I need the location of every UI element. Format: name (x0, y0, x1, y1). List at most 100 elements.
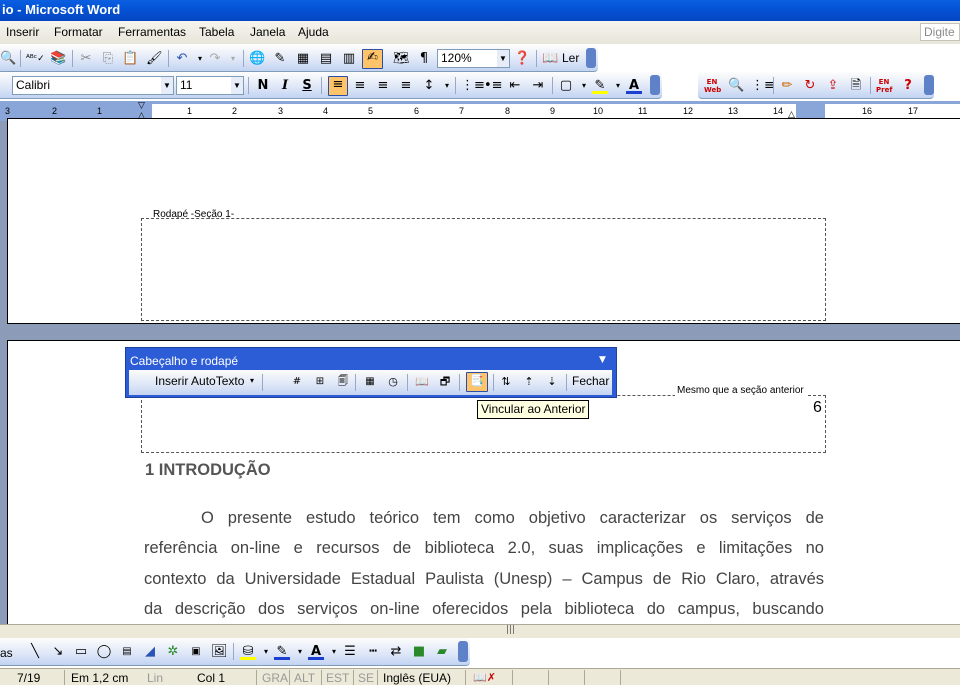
align-right-icon[interactable]: ≡ (375, 78, 391, 94)
border-icon[interactable]: ▢ (558, 78, 574, 94)
help-search-input[interactable]: Digite (920, 23, 960, 41)
wordart-icon[interactable]: ◢ (142, 644, 158, 660)
decrease-indent-icon[interactable]: ⇤ (507, 78, 523, 94)
chevron-down-icon[interactable]: ▾ (258, 644, 274, 660)
first-line-indent-marker[interactable]: ▽ (138, 101, 145, 111)
toolbar-options-icon[interactable] (458, 641, 468, 662)
arrow-icon[interactable]: ↘ (50, 644, 66, 660)
redo-icon[interactable]: ↷ (207, 51, 223, 67)
line-icon[interactable]: ╲ (27, 644, 43, 660)
show-previous-icon[interactable]: ⇡ (521, 374, 537, 390)
show-next-icon[interactable]: ⇣ (544, 374, 560, 390)
insert-autotext-button[interactable]: Inserir AutoTexto (155, 374, 244, 388)
edit-icon[interactable]: ✏ (779, 78, 795, 94)
undo-icon[interactable]: ↶ (174, 51, 190, 67)
insert-picture-icon[interactable]: 🖼 (211, 644, 228, 660)
numbering-icon[interactable]: ⋮≡ (461, 78, 485, 94)
page-1[interactable]: Rodapé -Seção 1- (7, 118, 960, 324)
rectangle-icon[interactable]: ▭ (73, 644, 89, 660)
line-color-icon[interactable]: ✎ (274, 644, 290, 660)
status-ext[interactable]: EST (326, 671, 349, 685)
undo-dropdown-icon[interactable]: ▾ (192, 51, 208, 67)
chevron-down-icon[interactable]: ▾ (439, 78, 455, 94)
en-web-icon[interactable]: EN Web (704, 78, 721, 94)
3d-icon[interactable]: ▰ (434, 644, 450, 660)
document-icon[interactable]: 🗎 (848, 78, 864, 94)
footer-area[interactable] (141, 218, 826, 321)
status-ovr[interactable]: SE (358, 671, 374, 685)
toolbar-options-icon[interactable] (586, 48, 596, 68)
bold-button[interactable]: N (255, 78, 271, 94)
font-size-combo[interactable]: 11 ▼ (176, 76, 244, 95)
fill-color-icon[interactable]: ⛁ (240, 644, 256, 660)
insert-excel-icon[interactable]: ▤ (318, 51, 334, 67)
toolbar-menu-chevron-icon[interactable]: ▼ (599, 355, 606, 365)
text-box-icon[interactable]: ▤ (119, 644, 135, 660)
paste-icon[interactable]: 📋 (122, 51, 138, 67)
autoshapes-label[interactable]: as (0, 646, 13, 660)
redo-dropdown-icon[interactable]: ▾ (225, 51, 241, 67)
status-trk[interactable]: ALT (294, 671, 315, 685)
columns-icon[interactable]: ▥ (341, 51, 357, 67)
chevron-down-icon[interactable]: ▼ (161, 77, 173, 94)
menu-formatar[interactable]: Formatar (54, 25, 103, 39)
copy-icon[interactable]: ⎘ (100, 51, 116, 67)
insert-time-icon[interactable]: ◷ (385, 374, 401, 390)
font-combo[interactable]: Calibri ▼ (12, 76, 174, 95)
menu-inserir[interactable]: Inserir (6, 25, 39, 39)
link-to-previous-icon[interactable]: 📑 (466, 372, 488, 392)
list-icon[interactable]: ⋮≡ (751, 78, 775, 94)
show-hide-text-icon[interactable]: 🗗 (437, 374, 453, 390)
spelling-status-icon[interactable]: 📖✗ (473, 671, 496, 684)
line-style-icon[interactable]: ☰ (342, 644, 358, 660)
toolbar-options-icon[interactable] (924, 75, 934, 95)
close-header-footer-button[interactable]: Fechar (572, 374, 609, 388)
chevron-down-icon[interactable]: ▾ (326, 644, 342, 660)
oval-icon[interactable]: ◯ (96, 644, 112, 660)
show-hide-icon[interactable]: ¶ (416, 51, 432, 67)
bullets-icon[interactable]: •≡ (484, 78, 503, 94)
line-spacing-icon[interactable]: ↕ (421, 78, 437, 94)
align-left-icon[interactable]: ≡ (328, 76, 348, 96)
menu-tabela[interactable]: Tabela (199, 25, 234, 39)
page-setup-icon[interactable]: 📖 (414, 374, 430, 390)
help-icon[interactable]: ❓ (514, 51, 530, 67)
document-map-icon[interactable]: 🗺 (393, 51, 410, 67)
spelling-icon[interactable]: ᴬᴮᶜ✓ (26, 51, 45, 67)
switch-header-footer-icon[interactable]: ⇅ (498, 374, 514, 390)
insert-page-number-icon[interactable]: # (289, 374, 305, 390)
chevron-down-icon[interactable]: ▼ (231, 77, 243, 94)
highlight-icon[interactable]: ✎ (592, 78, 608, 94)
read-button[interactable]: Ler (562, 51, 579, 65)
chevron-down-icon[interactable]: ▾ (610, 78, 626, 94)
cut-icon[interactable]: ✂ (78, 51, 94, 67)
hyperlink-icon[interactable]: 🌐 (249, 51, 265, 67)
justify-icon[interactable]: ≡ (398, 78, 414, 94)
font-color-icon[interactable]: A (626, 78, 642, 94)
rotate-icon[interactable]: ↻ (802, 78, 818, 94)
zoom-combo[interactable]: 120% ▼ (437, 49, 510, 68)
dash-style-icon[interactable]: ┅ (365, 644, 381, 660)
tables-borders-icon[interactable]: ✎ (272, 51, 288, 67)
read-mode-icon[interactable]: 📖 (542, 51, 558, 67)
chevron-down-icon[interactable]: ▾ (250, 376, 254, 385)
italic-button[interactable]: I (277, 78, 293, 94)
status-rec[interactable]: GRA (262, 671, 288, 685)
print-preview-icon[interactable]: 🔍 (0, 51, 16, 67)
format-page-number-icon[interactable]: 🗐 (335, 374, 351, 390)
menu-ajuda[interactable]: Ajuda (298, 25, 329, 39)
chevron-down-icon[interactable]: ▾ (576, 78, 592, 94)
status-language[interactable]: Inglês (EUA) (383, 671, 451, 685)
increase-indent-icon[interactable]: ⇥ (530, 78, 546, 94)
chevron-down-icon[interactable]: ▾ (292, 644, 308, 660)
shadow-icon[interactable]: ■ (411, 644, 427, 660)
drawing-icon[interactable]: ✍ (362, 49, 383, 69)
research-icon[interactable]: 📚 (50, 51, 66, 67)
clipart-icon[interactable]: ▣ (188, 644, 204, 660)
horizontal-splitter[interactable]: ||| (0, 624, 960, 638)
lookup-icon[interactable]: 🔍 (728, 78, 744, 94)
chevron-down-icon[interactable]: ▼ (497, 50, 509, 67)
menu-janela[interactable]: Janela (250, 25, 285, 39)
format-painter-icon[interactable]: 🖌 (146, 51, 163, 67)
splitter-grip-icon[interactable]: ||| (506, 625, 515, 635)
